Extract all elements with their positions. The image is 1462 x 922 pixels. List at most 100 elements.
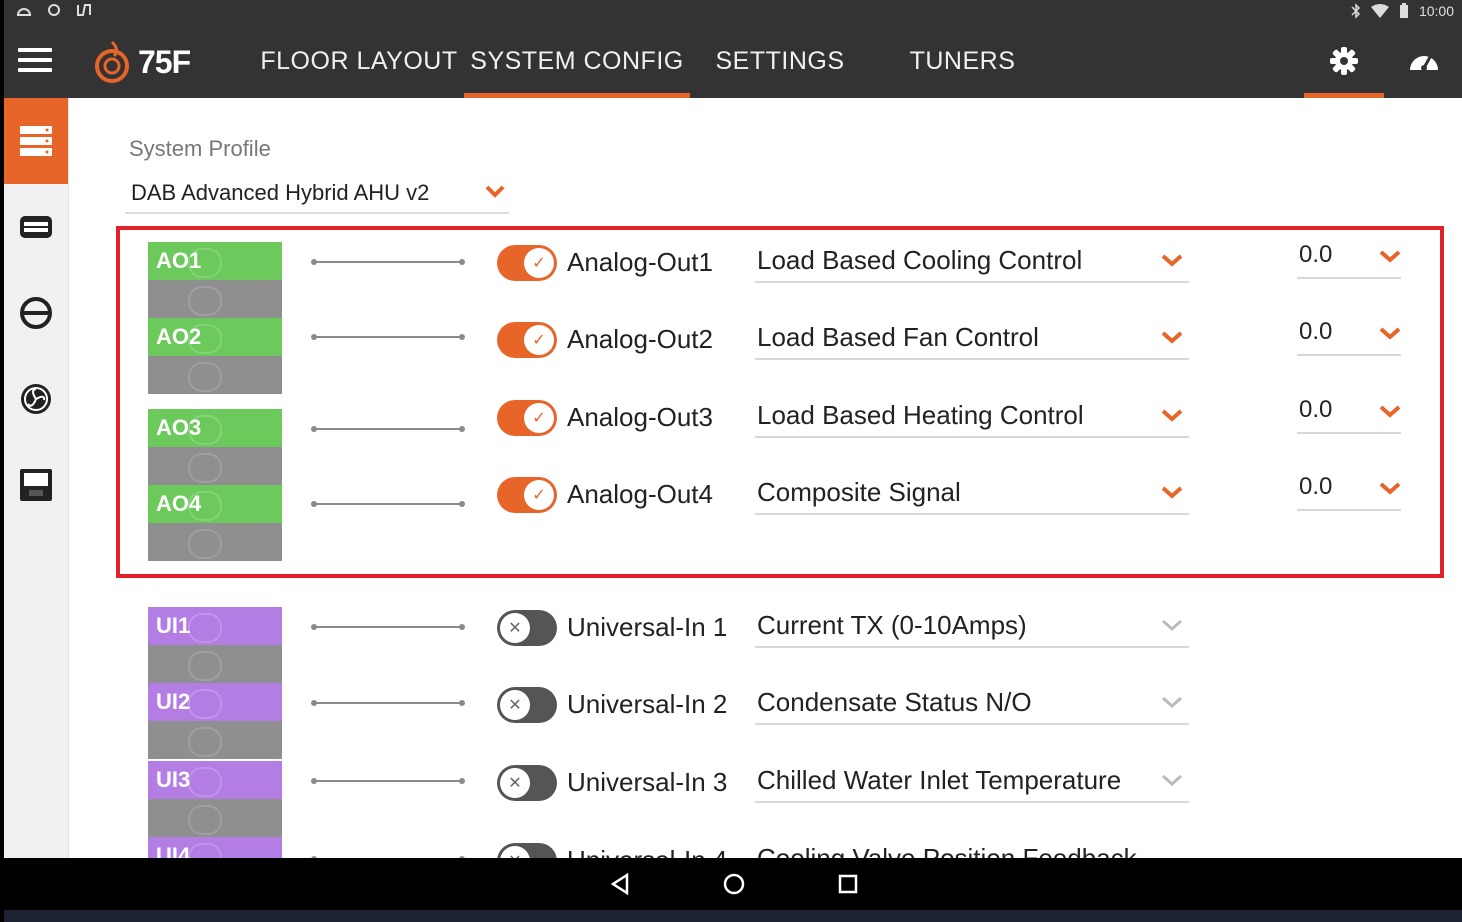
rail-item-fan[interactable] xyxy=(4,356,68,442)
x-icon: ✕ xyxy=(500,690,530,720)
system-config-content: System Profile DAB Advanced Hybrid AHU v… xyxy=(69,98,1462,881)
port-label: Universal-In 1 xyxy=(567,612,728,642)
rail-item-system[interactable] xyxy=(4,98,68,184)
output-value: 0.0 xyxy=(1299,396,1333,423)
cast-icon xyxy=(16,8,32,16)
recents-button[interactable] xyxy=(828,868,868,900)
port-label: Analog-Out3 xyxy=(567,402,713,432)
function-value: Load Based Heating Control xyxy=(757,400,1084,430)
rail-item-device[interactable] xyxy=(4,184,68,270)
function-value: Condensate Status N/O xyxy=(757,687,1032,717)
function-value: Load Based Cooling Control xyxy=(757,245,1083,275)
system-profile-dropdown[interactable]: DAB Advanced Hybrid AHU v2 xyxy=(125,178,509,214)
function-value: Chilled Water Inlet Temperature xyxy=(757,765,1122,795)
chevron-down-icon xyxy=(485,185,505,198)
analog-out3-toggle[interactable]: ✓ xyxy=(497,400,557,436)
universal-in1-function-dropdown[interactable]: Current TX (0-10Amps) xyxy=(755,608,1189,648)
back-triangle-icon xyxy=(610,873,629,895)
analog-out2-toggle[interactable]: ✓ xyxy=(497,322,557,358)
gear-icon xyxy=(1330,47,1358,75)
recents-square-icon xyxy=(838,874,858,894)
dashboard-button[interactable] xyxy=(1394,24,1454,98)
analog-out4-value-dropdown[interactable]: 0.0 xyxy=(1297,473,1401,511)
wire-connector xyxy=(311,334,465,340)
port-label: Analog-Out4 xyxy=(567,479,713,509)
home-button[interactable] xyxy=(714,868,754,900)
tab-settings[interactable]: SETTINGS xyxy=(690,24,870,98)
chevron-down-icon xyxy=(1162,774,1182,787)
port-label: Universal-In 3 xyxy=(567,767,728,797)
function-value: Composite Signal xyxy=(757,477,961,507)
check-icon: ✓ xyxy=(524,480,554,510)
device-icon xyxy=(20,216,52,238)
window-bottom-edge xyxy=(4,910,1462,922)
analog-out1-value-dropdown[interactable]: 0.0 xyxy=(1297,241,1401,279)
left-rail xyxy=(4,98,69,858)
analog-out1-toggle[interactable]: ✓ xyxy=(497,245,557,281)
settings-gear-button[interactable] xyxy=(1304,24,1384,98)
analog-out2-function-dropdown[interactable]: Load Based Fan Control xyxy=(755,320,1189,360)
wire-connector xyxy=(311,501,465,507)
universal-in3-toggle[interactable]: ✕ xyxy=(497,765,557,801)
tab-system-config[interactable]: SYSTEM CONFIG xyxy=(464,24,690,98)
pin-separator xyxy=(148,523,282,561)
analog-out3-value-dropdown[interactable]: 0.0 xyxy=(1297,396,1401,434)
port-label: Analog-Out1 xyxy=(567,247,713,277)
fan-icon xyxy=(21,384,51,414)
chevron-down-icon xyxy=(1379,327,1401,340)
function-value: Current TX (0-10Amps) xyxy=(757,610,1027,640)
chevron-down-icon xyxy=(1162,696,1182,709)
minus-circle-icon xyxy=(20,297,52,329)
port-label: Universal-In 2 xyxy=(567,689,728,719)
chevron-down-icon xyxy=(1161,409,1183,422)
chevron-down-icon xyxy=(1379,250,1401,263)
nfc-icon xyxy=(77,4,91,16)
universal-in3-function-dropdown[interactable]: Chilled Water Inlet Temperature xyxy=(755,763,1189,803)
analog-out1-function-dropdown[interactable]: Load Based Cooling Control xyxy=(755,243,1189,283)
universal-in2-toggle[interactable]: ✕ xyxy=(497,687,557,723)
wire-connector xyxy=(311,624,465,630)
device-screen: 10:00 75F FLOOR LAYOUT SYSTEM CONFIG SET… xyxy=(4,0,1462,922)
wire-connector xyxy=(311,426,465,432)
wire-connector xyxy=(311,700,465,706)
analog-out4-function-dropdown[interactable]: Composite Signal xyxy=(755,475,1189,515)
chevron-down-icon xyxy=(1162,619,1182,632)
tab-tuners[interactable]: TUNERS xyxy=(870,24,1055,98)
output-value: 0.0 xyxy=(1299,318,1333,345)
chevron-down-icon xyxy=(1161,331,1183,344)
analog-out3-function-dropdown[interactable]: Load Based Heating Control xyxy=(755,398,1189,438)
wire-connector xyxy=(311,259,465,265)
rail-item-oao[interactable] xyxy=(4,270,68,356)
chevron-down-icon xyxy=(1161,486,1183,499)
universal-in-row-2: ✕ Universal-In 2 Condensate Status N/O xyxy=(69,675,1459,735)
logo: 75F xyxy=(92,40,191,84)
speedometer-icon xyxy=(1410,56,1438,71)
top-app-bar: 75F FLOOR LAYOUT SYSTEM CONFIG SETTINGS … xyxy=(4,24,1462,98)
rail-item-btu[interactable] xyxy=(4,442,68,528)
status-time: 10:00 xyxy=(1418,3,1454,19)
wire-connector xyxy=(311,778,465,784)
back-button[interactable] xyxy=(600,868,640,900)
analog-out-row-3: ✓ Analog-Out3 Load Based Heating Control… xyxy=(69,388,1459,448)
x-icon: ✕ xyxy=(500,613,530,643)
universal-in-row-3: ✕ Universal-In 3 Chilled Water Inlet Tem… xyxy=(69,753,1459,813)
analog-out-row-2: ✓ Analog-Out2 Load Based Fan Control 0.0 xyxy=(69,310,1459,370)
universal-in2-function-dropdown[interactable]: Condensate Status N/O xyxy=(755,685,1189,725)
battery-icon xyxy=(1399,3,1408,18)
check-icon: ✓ xyxy=(524,403,554,433)
universal-in1-toggle[interactable]: ✕ xyxy=(497,610,557,646)
server-stack-icon xyxy=(20,126,52,156)
analog-out4-toggle[interactable]: ✓ xyxy=(497,477,557,513)
x-icon: ✕ xyxy=(500,768,530,798)
tab-floor-layout[interactable]: FLOOR LAYOUT xyxy=(254,24,464,98)
check-icon: ✓ xyxy=(524,325,554,355)
analog-out2-value-dropdown[interactable]: 0.0 xyxy=(1297,318,1401,356)
bluetooth-icon xyxy=(1351,3,1361,19)
hamburger-menu-icon[interactable] xyxy=(18,48,52,74)
chevron-down-icon xyxy=(1161,254,1183,267)
home-circle-icon xyxy=(723,873,745,895)
android-nav-bar xyxy=(4,858,1462,910)
check-icon: ✓ xyxy=(524,248,554,278)
port-label: Analog-Out2 xyxy=(567,324,713,354)
logo-text: 75F xyxy=(138,43,191,80)
